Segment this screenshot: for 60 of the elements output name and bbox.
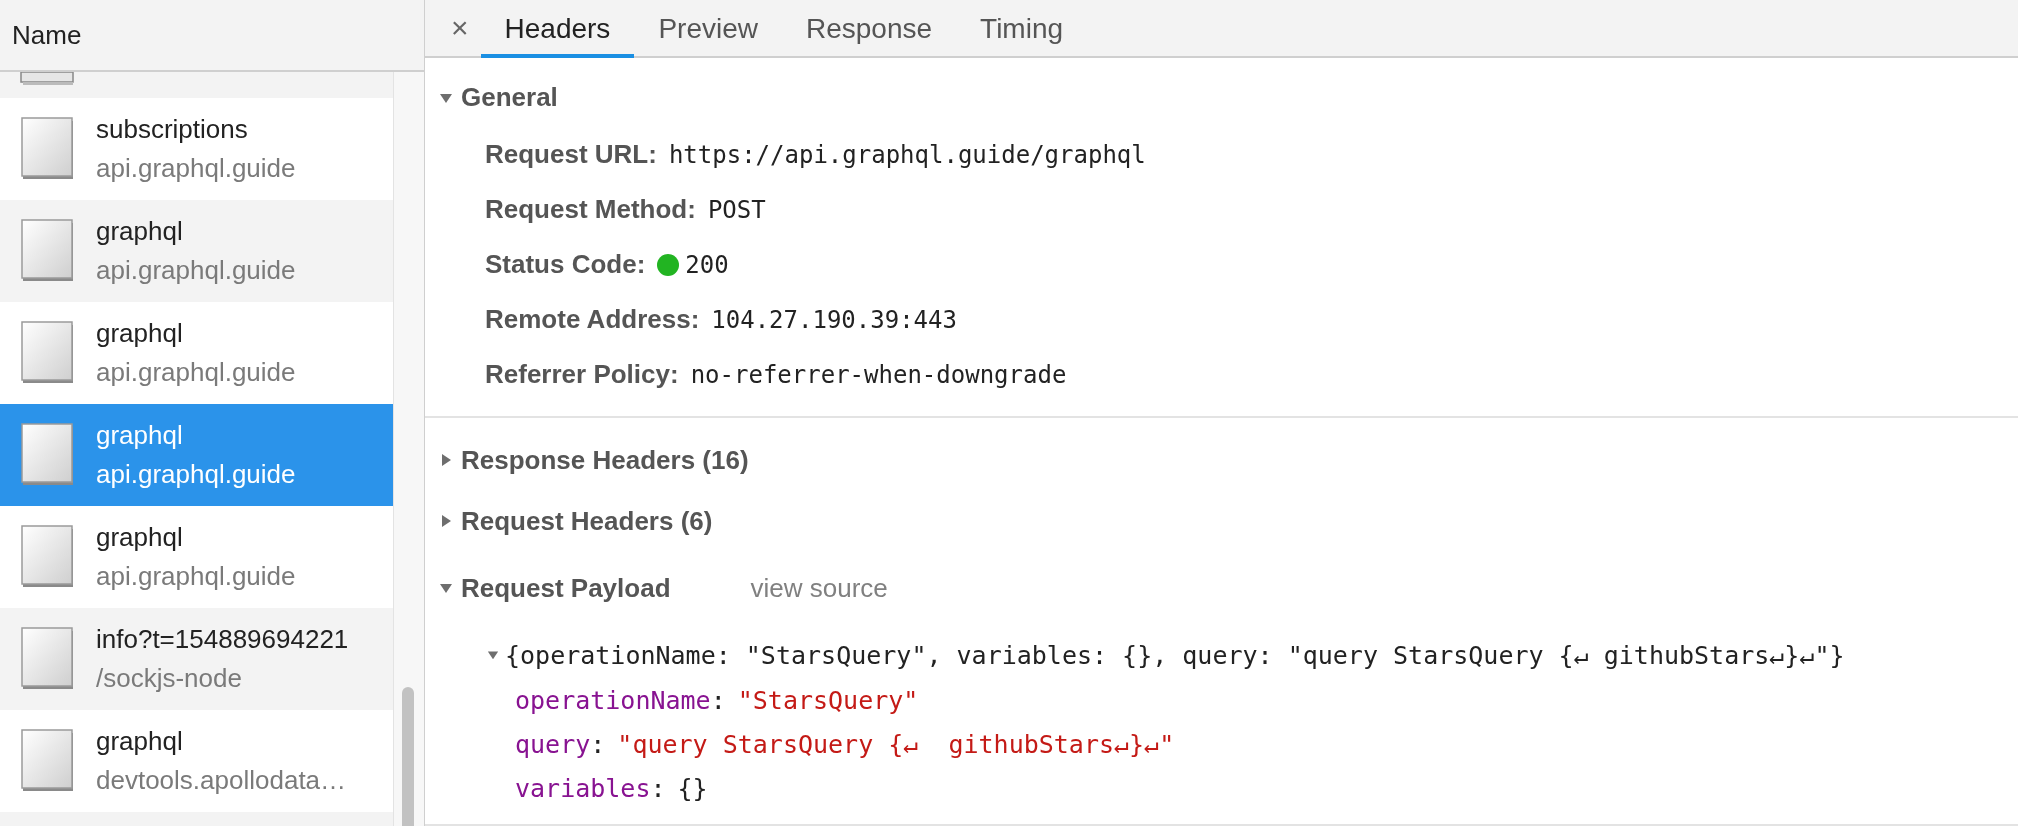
request-name: graphql: [96, 726, 184, 757]
close-button[interactable]: ×: [439, 0, 481, 56]
request-name: info?t=154889694221: [96, 624, 349, 655]
scrollbar-thumb[interactable]: [402, 687, 414, 826]
request-name: graphql: [96, 522, 184, 553]
file-icon: [20, 627, 76, 691]
file-icon: [20, 72, 76, 86]
tab[interactable]: Preview: [634, 0, 782, 58]
request-domain: api.graphql.guide: [96, 255, 296, 286]
field-value: 104.27.190.39:443: [711, 305, 957, 334]
property-key: variables: [515, 773, 651, 803]
request-domain: api.graphql.guide: [96, 357, 296, 388]
triangle-icon[interactable]: [439, 581, 453, 595]
property-colon: :: [710, 685, 726, 715]
request-domain: /sockjs-node: [96, 663, 243, 694]
field-label: Request URL:: [485, 139, 657, 171]
request-row[interactable]: info?t=154889694221 /sockjs-node: [0, 608, 393, 710]
field-label: Remote Address:: [485, 304, 700, 336]
property-colon: :: [590, 729, 606, 759]
property-value: "StarsQuery": [737, 685, 919, 715]
section-title[interactable]: Response Headers (16): [461, 444, 749, 476]
request-name: graphql: [96, 420, 184, 451]
property-colon: :: [650, 773, 666, 803]
request-row[interactable]: graphql api.graphql.guide: [0, 200, 393, 302]
view-source-link[interactable]: view source: [750, 572, 888, 604]
request-name: graphql: [96, 216, 184, 247]
tab[interactable]: Timing: [956, 0, 1088, 58]
request-domain: api.graphql.guide: [96, 153, 296, 184]
triangle-icon[interactable]: [439, 453, 453, 468]
file-icon: [20, 321, 76, 385]
request-domain: api.graphql.guide: [96, 561, 296, 592]
request-name: graphql: [96, 318, 184, 349]
field-label: Request Method:: [485, 194, 696, 226]
property-key: operationName: [515, 685, 711, 715]
field-label: Status Code:: [485, 249, 646, 281]
section-title[interactable]: Request Payload: [461, 572, 671, 604]
property-value: {}: [677, 773, 708, 803]
tab[interactable]: Headers: [480, 0, 635, 58]
request-domain: devtools.apollodata…: [96, 765, 347, 796]
field-value: POST: [707, 195, 766, 224]
file-icon: [20, 117, 76, 181]
triangle-icon[interactable]: [487, 649, 499, 661]
request-name: subscriptions: [96, 114, 249, 145]
file-icon: [20, 219, 76, 283]
object-summary: {operationName: "StarsQuery", variables: {}, query: "query StarsQuery {↵ githubStars↵}↵"}: [505, 640, 1845, 670]
field-value: 200: [685, 250, 729, 279]
field-value: https://api.graphql.guide/graphql: [668, 140, 1146, 169]
file-icon: [20, 525, 76, 589]
file-icon: [20, 423, 76, 487]
property-value: "query StarsQuery {↵ githubStars↵}↵": [617, 729, 1175, 759]
triangle-icon[interactable]: [439, 514, 453, 529]
tab[interactable]: Response: [781, 0, 957, 58]
file-icon: [20, 729, 76, 793]
request-domain: api.graphql.guide: [96, 459, 296, 490]
section-title[interactable]: General: [461, 82, 558, 114]
section-title[interactable]: Request Headers (6): [461, 505, 713, 537]
field-label: Referrer Policy:: [485, 359, 679, 391]
property-key: query: [515, 729, 591, 759]
column-header[interactable]: Name: [0, 0, 424, 72]
field-value: no-referrer-when-downgrade: [690, 360, 1067, 389]
